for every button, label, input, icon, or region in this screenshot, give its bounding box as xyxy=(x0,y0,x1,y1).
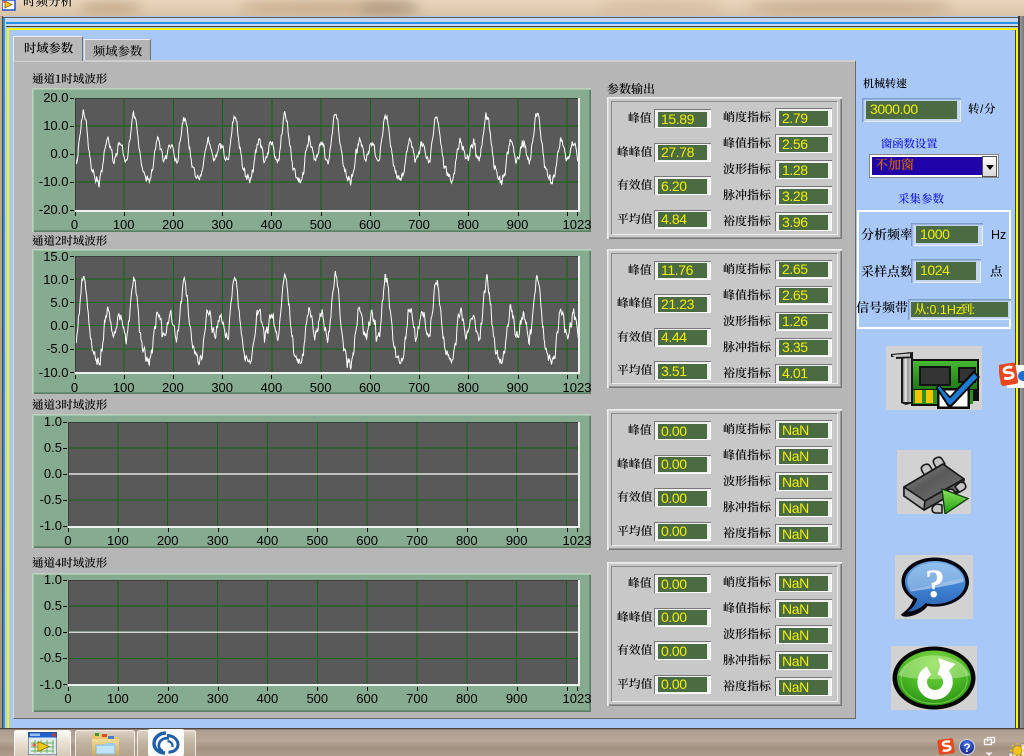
svg-text:?: ? xyxy=(963,741,970,755)
svg-text:?: ? xyxy=(925,561,945,606)
